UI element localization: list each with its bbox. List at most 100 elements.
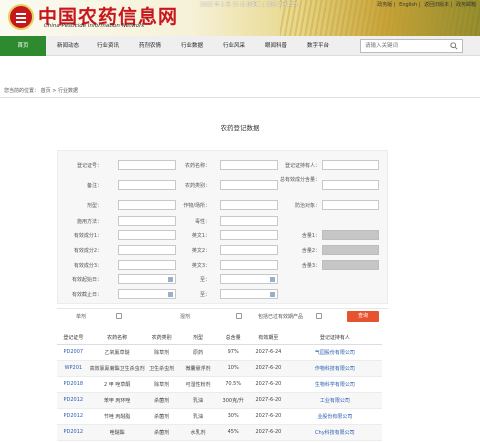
valid-from-end-input[interactable] (220, 274, 278, 284)
include-expired-checkbox[interactable] (316, 313, 322, 319)
content1-input[interactable] (322, 230, 379, 240)
english3-label: 英文3： (191, 263, 210, 269)
breadcrumb-home[interactable]: 首页 (41, 88, 51, 94)
nav-item-industry-info[interactable]: 行业资讯 (88, 36, 128, 56)
cell-category: 杀菌剂 (144, 392, 179, 409)
cell-holder[interactable]: 业股份有限公司 (287, 408, 382, 425)
cell-pesticide-name: 唑醚酯 (89, 424, 145, 441)
col-reg-no: 登记证号 (57, 331, 90, 345)
cell-formulation: 水乳剂 (178, 424, 218, 441)
cell-valid-to: 2027-6-24 (249, 344, 288, 361)
search-icon[interactable] (450, 42, 458, 50)
nav-item-farm-situation[interactable]: 药剂农情 (130, 36, 170, 56)
crop-input[interactable] (220, 200, 278, 210)
col-total-content: 总含量 (217, 331, 250, 345)
top-link-gov[interactable]: 政务版 (377, 2, 392, 8)
top-link-english[interactable]: English (399, 2, 417, 8)
nav-item-science[interactable]: 眼闻科普 (256, 36, 296, 56)
table-row[interactable]: PD2012 唑醚酯 杀菌剂 水乳剂 45% 2027-6-20 Chy科技有限… (57, 424, 382, 441)
top-link-mail[interactable]: 政务邮箱 (456, 2, 476, 8)
cell-formulation: 可湿性粉剂 (178, 376, 218, 393)
english3-input[interactable] (220, 260, 278, 270)
nav-item-digital[interactable]: 数字平台 (298, 36, 338, 56)
table-row[interactable]: PD2018 2 甲 唑草酮 除草剂 可湿性粉剂 70.5% 2027-6-20… (57, 376, 382, 393)
cell-holder[interactable]: 生物科学有限公司 (287, 376, 382, 393)
pesticide-name-input[interactable] (220, 160, 278, 170)
breadcrumb-current[interactable]: 行业数据 (58, 88, 78, 94)
cell-reg-no[interactable]: PD2018 (57, 376, 90, 393)
col-category: 农药类别 (144, 331, 179, 345)
table-row[interactable]: PD2012 苯甲 丙环唑 杀菌剂 乳油 300克/升 2027-6-20 工业… (57, 392, 382, 409)
cell-holder[interactable]: 作物科技有限公司 (287, 360, 382, 377)
valid-to-end-input[interactable] (220, 289, 278, 299)
cell-total-content: 10% (217, 360, 250, 377)
calendar-icon[interactable] (270, 277, 275, 282)
search-input[interactable] (361, 40, 446, 52)
content2-label: 含量2： (301, 248, 320, 254)
cell-category: 杀菌剂 (144, 408, 179, 425)
search-form: 登记证号： 农药名称： 登记证持有人： 备注： 农药类别： 总有效成分含量： 剂… (57, 150, 388, 304)
query-button[interactable]: 查询 (347, 311, 379, 322)
col-pesticide-name: 农药名称 (89, 331, 145, 345)
holder-label: 登记证持有人： (284, 163, 320, 169)
cell-valid-to: 2027-6-20 (249, 392, 288, 409)
nav-item-news[interactable]: 新闻动态 (50, 36, 86, 56)
total-content-input[interactable] (322, 180, 379, 190)
cell-total-content: 30% (217, 408, 250, 425)
search-box (360, 39, 463, 53)
calendar-icon[interactable] (270, 292, 275, 297)
cell-category: 卫生杀虫剂 (144, 360, 179, 377)
toxicity-select[interactable] (220, 216, 278, 226)
target-input[interactable] (322, 200, 379, 210)
total-content-label: 总有效成分含量： (279, 177, 320, 183)
cell-total-content: 97% (217, 344, 250, 361)
logo-icon[interactable] (8, 4, 34, 30)
cell-reg-no[interactable]: PD2012 (57, 408, 90, 425)
top-link-old-version[interactable]: 返回旧版本 (424, 2, 449, 8)
cell-holder[interactable]: 气园股份有限公司 (287, 344, 382, 361)
ingredient2-label: 有效成分2： (73, 248, 102, 254)
toxicity-label: 毒性： (194, 219, 210, 225)
table-row[interactable]: WP201 高效氯氰菊酯卫生杀虫剂 卫生杀虫剂 微囊悬浮剂 10% 2027-6… (57, 360, 382, 377)
crop-label: 作物/场所： (183, 203, 210, 209)
content3-input[interactable] (322, 260, 379, 270)
content2-input[interactable] (322, 245, 379, 255)
pesticide-name-label: 农药名称： (184, 163, 210, 169)
page-title: 农药登记数据 (220, 124, 260, 132)
cell-formulation: 乳油 (178, 392, 218, 409)
breadcrumb-divider (0, 97, 480, 98)
cell-reg-no[interactable]: PD2012 (57, 424, 90, 441)
col-holder: 登记证持有人 (287, 331, 382, 345)
cell-holder[interactable]: Chy科技有限公司 (287, 424, 382, 441)
site-subtitle: China Pesticide Information Network (44, 23, 145, 29)
single-agent-checkbox[interactable] (116, 313, 122, 319)
holder-input[interactable] (322, 160, 379, 170)
cell-valid-to: 2027-6-20 (249, 424, 288, 441)
category-label: 农药类别： (184, 183, 210, 189)
mixed-agent-checkbox[interactable] (236, 313, 242, 319)
formulation-label: 剂型： (86, 203, 102, 209)
table-row[interactable]: PD2007 乙氧氟草醚 除草剂 原药 97% 2027-6-24 气园股份有限… (57, 344, 382, 361)
category-select[interactable] (220, 180, 278, 190)
table-header-row: 登记证号 农药名称 农药类别 剂型 总含量 有效期至 登记证持有人 (57, 331, 382, 345)
nav-item-industry-style[interactable]: 行业风采 (214, 36, 254, 56)
english2-input[interactable] (220, 245, 278, 255)
cell-pesticide-name: 2 甲 唑草酮 (89, 376, 145, 393)
breadcrumb-separator: > (52, 88, 57, 94)
english1-input[interactable] (220, 230, 278, 240)
nav-item-industry-data[interactable]: 行业数据 (172, 36, 212, 56)
form-divider (57, 308, 388, 309)
cell-holder[interactable]: 工业有限公司 (287, 392, 382, 409)
cell-reg-no[interactable]: WP201 (57, 360, 90, 377)
cell-reg-no[interactable]: PD2012 (57, 392, 90, 409)
results-table: 登记证号 农药名称 农药类别 剂型 总含量 有效期至 登记证持有人 PD2007… (57, 331, 382, 441)
cell-reg-no[interactable]: PD2007 (57, 344, 90, 361)
table-row[interactable]: PD2012 节唑 丙醚脂 杀菌剂 乳油 30% 2027-6-20 业股份有限… (57, 408, 382, 425)
col-formulation: 剂型 (178, 331, 218, 345)
cell-category: 除草剂 (144, 376, 179, 393)
nav-item-home[interactable]: 首页 (0, 36, 46, 56)
cell-valid-to: 2027-6-20 (249, 360, 288, 377)
cell-formulation: 微囊悬浮剂 (178, 360, 218, 377)
breadcrumb-prefix: 您当前的位置： (4, 88, 40, 94)
cell-total-content: 45% (217, 424, 250, 441)
